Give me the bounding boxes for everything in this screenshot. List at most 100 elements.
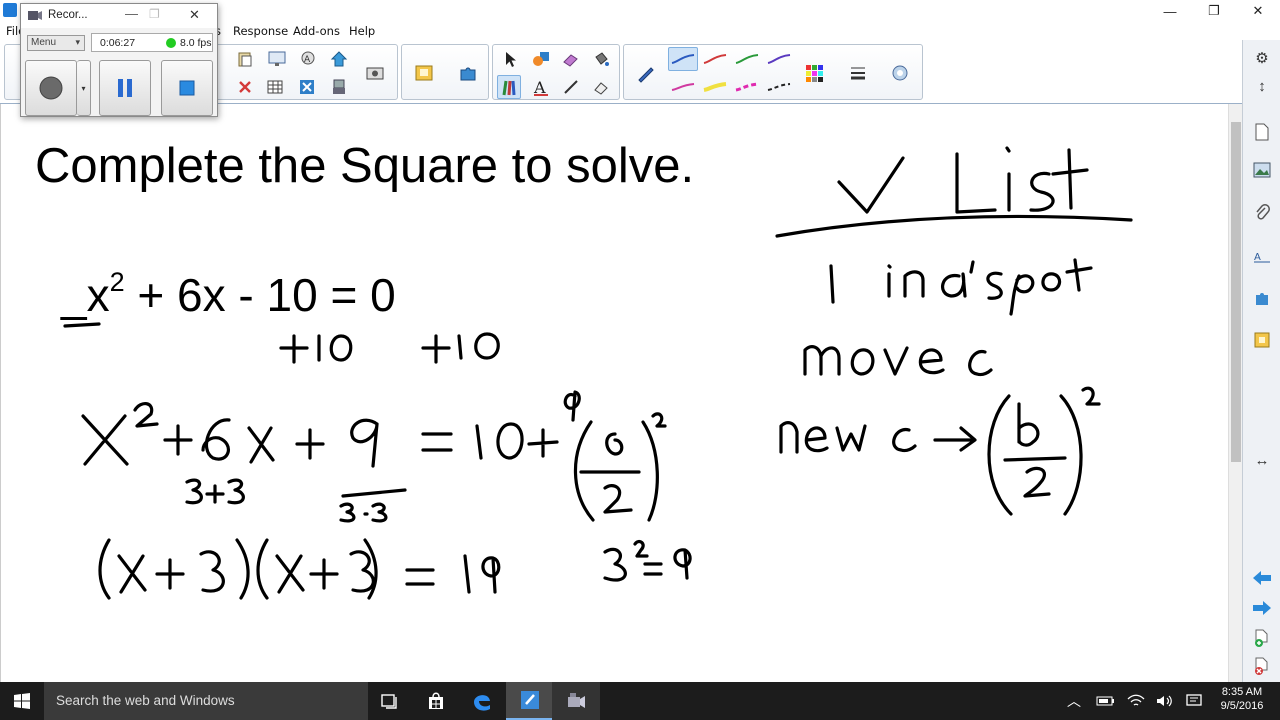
- pen-style-magenta[interactable]: [668, 75, 698, 99]
- record-options-dropdown[interactable]: ▾: [77, 60, 91, 116]
- screen-shade-icon[interactable]: [265, 47, 289, 71]
- recorder-menu-dropdown[interactable]: Menu ▾: [27, 35, 85, 51]
- add-ons-panel-icon[interactable]: [1249, 286, 1275, 310]
- pause-icon: [118, 79, 132, 97]
- delete-icon[interactable]: [233, 75, 257, 99]
- ink-line-move-c: [803, 345, 993, 377]
- document-camera-icon[interactable]: [327, 75, 351, 99]
- line-tool-icon[interactable]: [559, 75, 583, 99]
- properties-panel-icon[interactable]: A: [1249, 244, 1275, 268]
- select-arrow-icon[interactable]: [499, 47, 523, 71]
- battery-icon[interactable]: [1092, 682, 1120, 720]
- svg-text:A: A: [533, 78, 546, 96]
- start-button[interactable]: [0, 682, 44, 720]
- chevron-down-icon: ▾: [75, 37, 80, 47]
- whiteboard-canvas[interactable]: Complete the Square to solve. _x2 + 6x -…: [0, 104, 1228, 682]
- recorder-menu-label: Menu: [31, 37, 57, 48]
- ink-line-1-in-as-spot: [829, 258, 1093, 316]
- toolbar-group-pen-styles: [623, 44, 923, 100]
- properties-icon[interactable]: [888, 61, 912, 85]
- menu-response[interactable]: Response: [233, 24, 288, 38]
- ink-line-expanded-equation: [81, 390, 581, 468]
- ink-plus-10-right: [421, 332, 500, 364]
- pen-style-purple[interactable]: [764, 47, 794, 71]
- volume-icon[interactable]: [1150, 682, 1178, 720]
- pens-icon[interactable]: [497, 75, 521, 99]
- show-hidden-icons-chevron-icon[interactable]: ︿: [1056, 682, 1092, 720]
- edge-browser-icon[interactable]: [458, 682, 506, 720]
- toolbar-group-addons: [401, 44, 489, 100]
- attachments-paperclip-icon[interactable]: [1249, 200, 1275, 224]
- svg-text:A: A: [1254, 252, 1261, 263]
- stop-icon: [179, 80, 195, 96]
- add-ons-puzzle-icon[interactable]: [456, 61, 480, 85]
- ink-line-new-c: [779, 386, 1101, 516]
- menu-help[interactable]: Help: [349, 24, 375, 38]
- pen-style-black-dashed[interactable]: [764, 75, 794, 99]
- notifications-icon[interactable]: [1180, 682, 1208, 720]
- windows-logo-icon: [14, 693, 30, 709]
- ink-three-squared-equals-nine: [603, 539, 692, 582]
- recorder-minimize-button[interactable]: —: [125, 6, 138, 21]
- eraser-icon[interactable]: [589, 75, 613, 99]
- lesson-activity-icon[interactable]: [1249, 328, 1275, 352]
- recorder-elapsed-time: 0:06:27: [100, 37, 136, 49]
- record-circle-icon: [39, 76, 63, 100]
- pen-style-green[interactable]: [732, 47, 762, 71]
- ink-b-over-2-squared: [573, 412, 667, 522]
- stop-button[interactable]: [161, 60, 213, 116]
- clear-icon[interactable]: [295, 75, 319, 99]
- clock-time: 8:35 AM: [1221, 686, 1263, 698]
- add-page-icon[interactable]: [1249, 626, 1275, 650]
- ink-word-list: [955, 146, 1089, 214]
- recorder-taskbar-icon[interactable]: [552, 682, 600, 720]
- table-icon[interactable]: [263, 75, 287, 99]
- recording-indicator-icon: [166, 38, 176, 48]
- ink-three-plus-three: [185, 478, 245, 505]
- menu-add-ons[interactable]: Add-ons: [293, 24, 340, 38]
- maximize-button[interactable]: ❐: [1192, 0, 1236, 22]
- page-sorter-icon[interactable]: [1249, 120, 1275, 144]
- scrollbar-thumb[interactable]: [1231, 122, 1241, 462]
- line-width-icon[interactable]: [846, 61, 870, 85]
- recorder-title: Recor...: [48, 9, 88, 21]
- pen-style-highlighter-yellow[interactable]: [700, 75, 730, 99]
- recorder-close-button[interactable]: ✕: [189, 7, 200, 23]
- text-tool-icon[interactable]: A: [529, 75, 553, 99]
- ink-plus-10-left: [279, 334, 353, 364]
- home-icon[interactable]: [327, 47, 351, 71]
- screen-capture-icon[interactable]: [363, 61, 387, 85]
- next-page-arrow-icon[interactable]: [1249, 596, 1275, 620]
- eraser-pink-icon[interactable]: [559, 47, 583, 71]
- paste-icon[interactable]: [233, 47, 257, 71]
- clock-date: 9/5/2016: [1220, 700, 1264, 712]
- pen-style-blue[interactable]: [668, 47, 698, 71]
- wifi-icon[interactable]: [1122, 682, 1150, 720]
- right-side-panel: ⚙ ↕ A ↔: [1242, 40, 1280, 682]
- task-view-icon[interactable]: [366, 682, 414, 720]
- taskbar-clock[interactable]: 8:35 AM 9/5/2016: [1212, 686, 1272, 712]
- panel-move-icon[interactable]: ↕: [1249, 74, 1275, 98]
- taskbar-search-box[interactable]: Search the web and Windows: [44, 682, 368, 720]
- delete-page-icon[interactable]: [1249, 654, 1275, 678]
- fill-bucket-icon[interactable]: [589, 47, 613, 71]
- pen-style-red[interactable]: [700, 47, 730, 71]
- magic-pen-icon[interactable]: A: [297, 47, 321, 71]
- pause-button[interactable]: [99, 60, 151, 116]
- color-palette-icon[interactable]: [802, 61, 826, 85]
- store-icon[interactable]: [412, 682, 460, 720]
- shapes-icon[interactable]: [529, 47, 553, 71]
- close-button[interactable]: ✕: [1236, 0, 1280, 22]
- previous-page-arrow-icon[interactable]: [1249, 566, 1275, 590]
- minimize-button[interactable]: —: [1148, 0, 1192, 22]
- record-button[interactable]: [25, 60, 77, 116]
- smart-notebook-taskbar-icon[interactable]: [506, 682, 554, 720]
- recorder-fps: 8.0 fps: [180, 37, 212, 49]
- panel-resize-icon[interactable]: ↔: [1249, 448, 1275, 472]
- pen-style-pink-dashed[interactable]: [732, 75, 762, 99]
- gallery-panel-icon[interactable]: [1249, 158, 1275, 182]
- gallery-icon[interactable]: [412, 61, 436, 85]
- vertical-scrollbar[interactable]: [1228, 104, 1242, 682]
- pen-icon[interactable]: [634, 61, 658, 85]
- settings-gear-icon[interactable]: ⚙: [1249, 46, 1275, 70]
